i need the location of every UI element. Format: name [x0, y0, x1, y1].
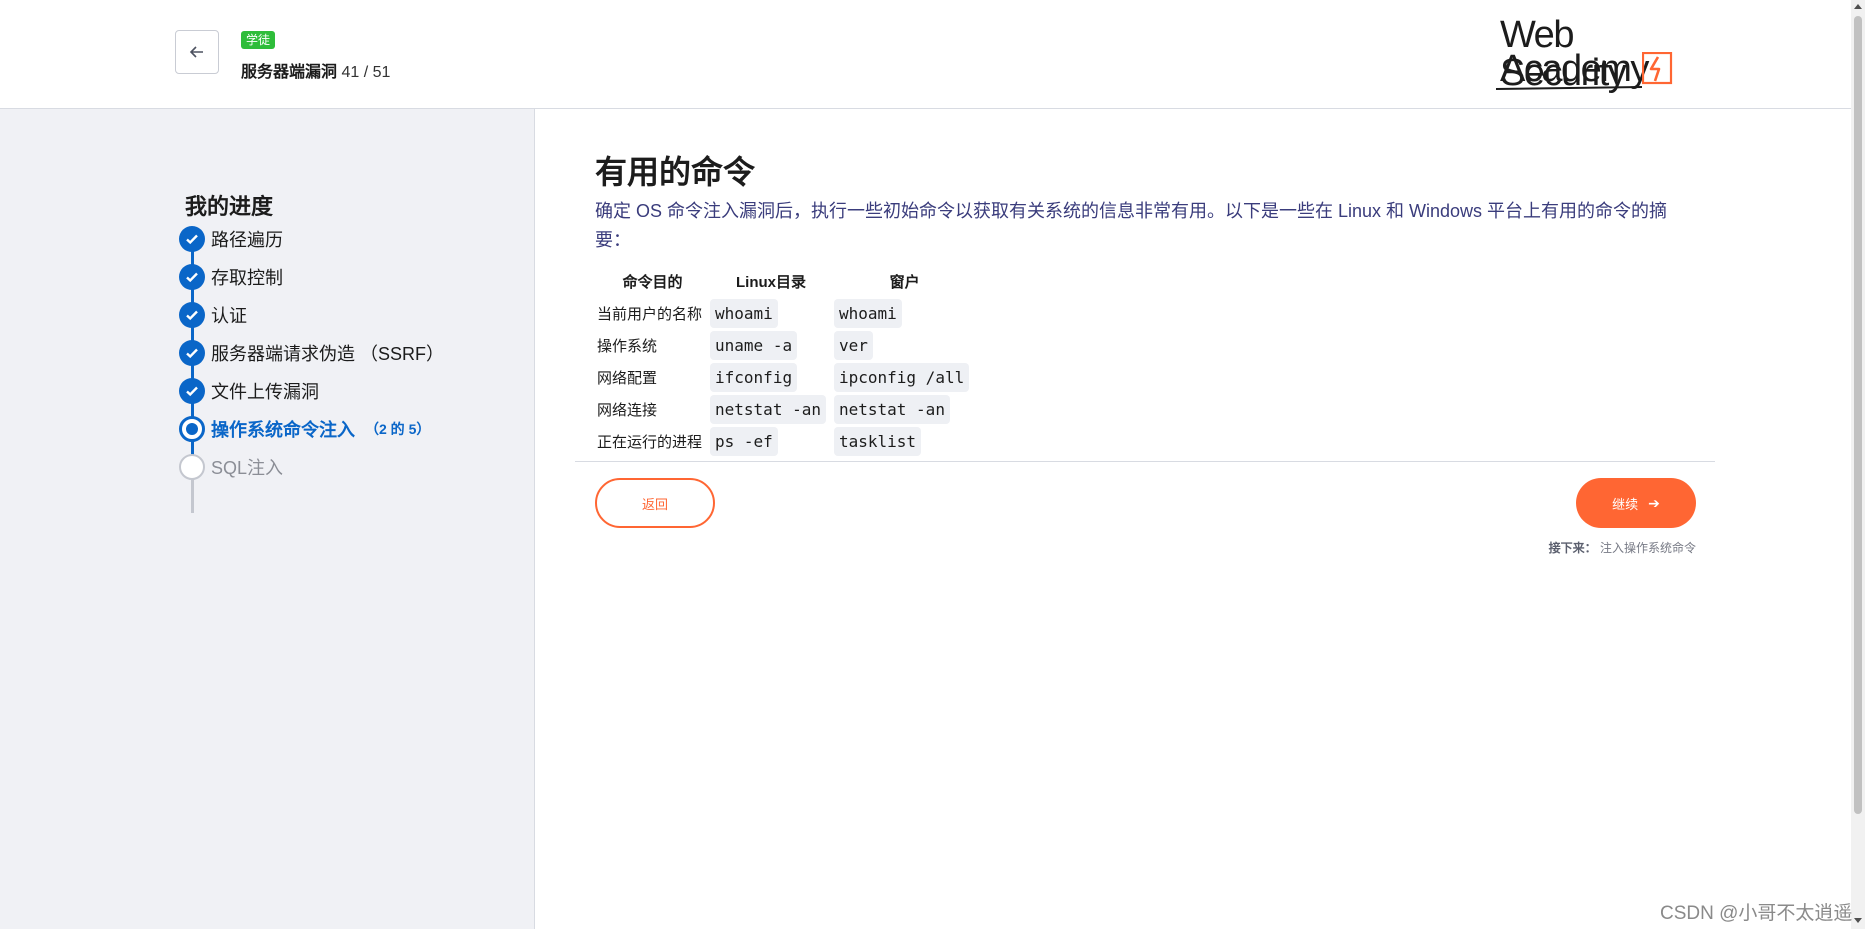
linux-command: ifconfig	[710, 362, 798, 392]
empty-circle-icon	[179, 454, 205, 480]
level-badge: 学徒	[241, 31, 276, 49]
web-security-academy-logo[interactable]: Web Security Academy	[1494, 16, 1694, 92]
check-icon	[179, 378, 205, 404]
purpose-cell: 网络配置	[597, 369, 658, 387]
table-row: 正在运行的进程 ps -ef tasklist	[597, 426, 975, 456]
arrow-right-icon: ➔	[1648, 494, 1660, 511]
check-icon	[179, 264, 205, 290]
progress-step-path-traversal[interactable]: 路径遍历	[179, 224, 283, 254]
step-label: 操作系统命令注入	[211, 420, 355, 440]
check-icon	[179, 340, 205, 366]
scroll-up-icon[interactable]	[1854, 4, 1862, 9]
top-header: 学徒 服务器端漏洞 41 / 51 Web Security Academy	[0, 0, 1851, 109]
topic-title: 服务器端漏洞	[241, 64, 338, 81]
purpose-cell: 当前用户的名称	[597, 305, 703, 323]
windows-command: ver	[833, 330, 873, 360]
column-header: Linux目录	[736, 274, 806, 291]
check-icon	[179, 226, 205, 252]
table-row: 网络配置 ifconfig ipconfig /all	[597, 362, 975, 392]
back-step-button[interactable]: 返回	[595, 478, 715, 528]
topic-count: 41 / 51	[341, 64, 391, 81]
purpose-cell: 操作系统	[597, 337, 658, 355]
scrollbar-thumb[interactable]	[1854, 16, 1862, 814]
watermark: CSDN @小哥不太逍遥	[1660, 903, 1853, 924]
table-header-row: 命令目的 Linux目录 窗户	[597, 267, 975, 296]
windows-cell: tasklist	[833, 426, 975, 456]
windows-command: tasklist	[833, 426, 922, 456]
step-label: 文件上传漏洞	[211, 382, 319, 402]
scroll-down-icon[interactable]	[1854, 918, 1862, 923]
column-header: 窗户	[889, 274, 920, 291]
arrow-left-icon	[189, 46, 203, 58]
linux-cell: whoami	[710, 298, 832, 328]
continue-button[interactable]: 继续 ➔	[1576, 478, 1696, 528]
next-topic-line: 接下来： 注入操作系统命令	[1515, 539, 1696, 556]
windows-command: netstat -an	[833, 394, 950, 424]
step-label: 存取控制	[211, 268, 283, 288]
linux-cell: ifconfig	[710, 362, 832, 392]
next-label: 接下来：	[1548, 541, 1597, 555]
linux-command: ps -ef	[710, 426, 778, 456]
step-label: 认证	[211, 306, 247, 326]
page-title: 有用的命令	[595, 154, 756, 190]
purpose-cell: 网络连接	[597, 401, 658, 419]
linux-cell: uname -a	[710, 330, 832, 360]
intro-paragraph: 确定 OS 命令注入漏洞后，执行一些初始命令以获取有关系统的信息非常有用。以下是…	[595, 201, 1668, 250]
back-button[interactable]	[175, 30, 219, 74]
table-row: 网络连接 netstat -an netstat -an	[597, 394, 975, 424]
main-content: 有用的命令 确定 OS 命令注入漏洞后，执行一些初始命令以获取有关系统的信息非常…	[535, 109, 1851, 929]
current-step-icon	[179, 416, 205, 442]
continue-label: 继续	[1612, 496, 1639, 512]
table-row: 当前用户的名称 whoami whoami	[597, 298, 975, 328]
next-topic-link[interactable]: 注入操作系统命令	[1600, 541, 1696, 555]
linux-cell: ps -ef	[710, 426, 832, 456]
windows-cell: ipconfig /all	[833, 362, 975, 392]
step-label: 路径遍历	[211, 230, 283, 250]
windows-cell: netstat -an	[833, 394, 975, 424]
windows-cell: whoami	[833, 298, 975, 328]
progress-step-file-upload[interactable]: 文件上传漏洞	[179, 376, 319, 406]
commands-table: 命令目的 Linux目录 窗户 当前用户的名称 whoami whoami 操作…	[595, 265, 977, 458]
linux-command: uname -a	[710, 330, 798, 360]
windows-command: ipconfig /all	[833, 362, 970, 392]
progress-step-sql-injection[interactable]: SQL注入	[179, 452, 283, 482]
step-label: SQL注入	[211, 458, 284, 478]
column-header: 命令目的	[622, 274, 683, 291]
progress-title: 我的进度	[185, 194, 274, 219]
progress-step-authentication[interactable]: 认证	[179, 300, 247, 330]
progress-sidebar: 我的进度 路径遍历 存取控制 认证 服务器端请求伪造 （SSRF） 文件上传漏洞…	[0, 109, 535, 929]
progress-step-os-command-injection[interactable]: 操作系统命令注入 （2 的 5）	[179, 414, 430, 444]
back-step-label: 返回	[641, 496, 668, 512]
step-sub-progress: （2 的 5）	[365, 421, 431, 437]
linux-command: whoami	[710, 298, 778, 328]
purpose-cell: 正在运行的进程	[597, 433, 703, 451]
vertical-scrollbar[interactable]	[1851, 0, 1865, 929]
progress-step-ssrf[interactable]: 服务器端请求伪造 （SSRF）	[179, 338, 444, 368]
windows-cell: ver	[833, 330, 975, 360]
linux-cell: netstat -an	[710, 394, 832, 424]
logo-line-2: Academy	[1500, 48, 1649, 90]
logo-underline	[1495, 86, 1643, 90]
content-divider	[575, 461, 1715, 462]
step-label: 服务器端请求伪造 （SSRF）	[211, 344, 445, 364]
topic-progress: 服务器端漏洞 41 / 51	[241, 58, 390, 82]
linux-command: netstat -an	[710, 394, 826, 424]
progress-step-access-control[interactable]: 存取控制	[179, 262, 283, 292]
table-row: 操作系统 uname -a ver	[597, 330, 975, 360]
windows-command: whoami	[833, 298, 902, 328]
check-icon	[179, 302, 205, 328]
logo-lightning-icon	[1642, 52, 1673, 85]
